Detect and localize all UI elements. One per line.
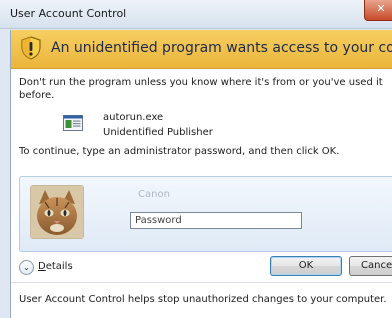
program-name: autorun.exe xyxy=(103,112,164,123)
details-accelerator: D xyxy=(38,261,46,272)
chevron-down-icon: ⌄ xyxy=(23,263,30,272)
footer-divider xyxy=(11,282,392,283)
program-publisher: Unidentified Publisher xyxy=(103,127,213,138)
details-link[interactable]: Details xyxy=(38,261,73,272)
close-icon: ✕ xyxy=(376,2,386,15)
ok-button[interactable]: OK xyxy=(270,256,342,276)
title-bar: User Account Control ✕ xyxy=(0,0,392,29)
warning-banner: An unidentified program wants access to … xyxy=(11,30,392,69)
details-label-rest: etails xyxy=(45,261,73,272)
details-expand-button[interactable]: ⌄ xyxy=(19,260,34,275)
close-button[interactable]: ✕ xyxy=(364,0,392,21)
dialog-body: An unidentified program wants access to … xyxy=(10,30,392,318)
footer-text: User Account Control helps stop unauthor… xyxy=(19,294,387,305)
uac-dialog: User Account Control ✕ An unidentified p… xyxy=(0,0,392,318)
window-title: User Account Control xyxy=(10,7,127,20)
program-icon xyxy=(63,115,83,131)
shield-warning-icon xyxy=(21,36,41,60)
cancel-button[interactable]: Cancel xyxy=(349,256,392,276)
instruction-text: To continue, type an administrator passw… xyxy=(19,146,340,157)
warning-message: Don't run the program unless you know wh… xyxy=(19,77,383,101)
username-label: Canon xyxy=(138,189,170,200)
credential-tile: Canon xyxy=(19,176,392,252)
user-avatar xyxy=(30,185,84,239)
banner-title: An unidentified program wants access to … xyxy=(51,40,392,56)
password-field[interactable] xyxy=(130,212,302,229)
